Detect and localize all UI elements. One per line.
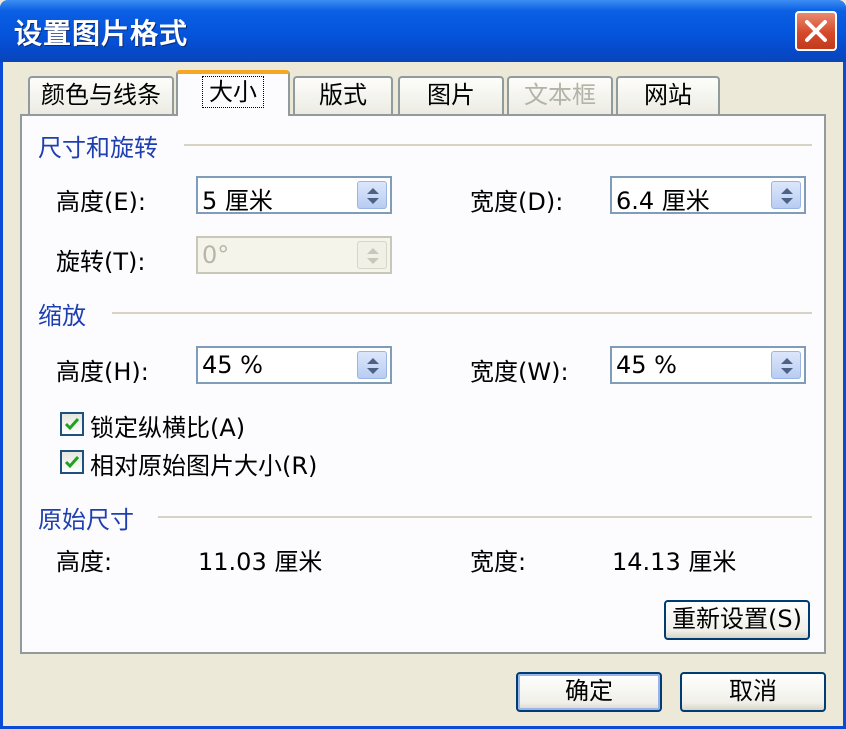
group-divider — [112, 312, 812, 314]
relative-size-checkbox[interactable] — [60, 450, 84, 474]
tab-textbox: 文本框 — [507, 76, 613, 114]
original-width-label: 宽度: — [470, 548, 527, 576]
original-height-label: 高度: — [56, 548, 113, 576]
rotate-value: 0° — [202, 241, 230, 269]
tab-label: 文本框 — [524, 81, 596, 109]
tab-label: 大小 — [202, 76, 264, 108]
tab-picture[interactable]: 图片 — [398, 76, 504, 114]
cancel-button[interactable]: 取消 — [680, 672, 826, 712]
tab-size[interactable]: 大小 — [176, 70, 290, 116]
tab-panel-size: 尺寸和旋转 高度(E): 5 厘米 宽度(D): 6.4 厘米 旋转(T): 0… — [20, 114, 826, 654]
height-spinner[interactable]: 5 厘米 — [196, 176, 392, 215]
height-spin-buttons[interactable] — [357, 181, 387, 209]
group-divider — [184, 144, 812, 146]
title-bar[interactable]: 设置图片格式 — [0, 0, 846, 62]
rotate-label: 旋转(T): — [56, 248, 146, 276]
tab-website[interactable]: 网站 — [616, 76, 720, 114]
rotate-spin-buttons — [357, 241, 387, 269]
spin-arrows-icon — [367, 358, 379, 374]
scale-width-spinner[interactable]: 45 % — [610, 346, 806, 384]
rotate-spinner: 0° — [196, 236, 392, 274]
tab-color-lines[interactable]: 颜色与线条 — [28, 76, 174, 114]
ok-button[interactable]: 确定 — [516, 672, 662, 712]
width-spinner[interactable]: 6.4 厘米 — [610, 176, 806, 215]
lock-aspect-label[interactable]: 锁定纵横比(A) — [90, 408, 245, 443]
window-title: 设置图片格式 — [14, 17, 189, 50]
reset-button[interactable]: 重新设置(S) — [664, 600, 810, 640]
spin-arrows-icon — [367, 248, 379, 264]
width-value: 6.4 厘米 — [616, 187, 710, 215]
tab-label: 图片 — [427, 81, 475, 109]
close-icon — [805, 20, 827, 42]
height-label: 高度(E): — [56, 188, 146, 216]
group-title-scale: 缩放 — [38, 302, 86, 330]
checkmark-icon — [64, 456, 80, 469]
relative-size-label[interactable]: 相对原始图片大小(R) — [90, 446, 317, 481]
close-button[interactable] — [795, 11, 837, 51]
scale-width-value: 45 % — [616, 351, 677, 379]
width-label: 宽度(D): — [470, 188, 564, 216]
group-title-size-rotate: 尺寸和旋转 — [38, 134, 158, 162]
tab-label: 网站 — [644, 81, 692, 109]
group-divider — [158, 516, 812, 518]
checkmark-icon — [64, 418, 80, 431]
group-title-original: 原始尺寸 — [38, 506, 134, 534]
scale-width-label: 宽度(W): — [470, 358, 569, 386]
scale-height-value: 45 % — [202, 351, 263, 379]
scale-height-label: 高度(H): — [56, 358, 149, 386]
original-height-value: 11.03 厘米 — [198, 548, 323, 576]
spin-arrows-icon — [781, 188, 793, 204]
scale-height-spin-buttons[interactable] — [357, 351, 387, 379]
spin-arrows-icon — [781, 358, 793, 374]
width-spin-buttons[interactable] — [771, 181, 801, 209]
spin-arrows-icon — [367, 188, 379, 204]
scale-width-spin-buttons[interactable] — [771, 351, 801, 379]
tab-layout[interactable]: 版式 — [293, 76, 393, 114]
lock-aspect-checkbox[interactable] — [60, 412, 84, 436]
scale-height-spinner[interactable]: 45 % — [196, 346, 392, 384]
tab-label: 版式 — [319, 81, 367, 109]
original-width-value: 14.13 厘米 — [612, 548, 737, 576]
height-value: 5 厘米 — [202, 187, 273, 215]
tab-label: 颜色与线条 — [41, 81, 161, 109]
